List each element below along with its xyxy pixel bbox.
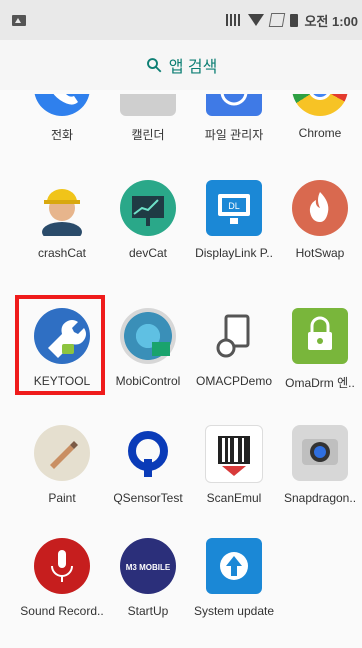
app-label: OMACPDemo [195,374,272,388]
app-label: crashCat [37,246,87,260]
app-label: Chrome [298,126,342,140]
no-sim-icon [269,13,286,27]
app-label: Paint [48,491,76,505]
app-label: Snapdragon.. [283,491,357,505]
camera-icon [292,425,348,481]
status-icons: 오전 1:00 [226,11,358,29]
microphone-icon [34,538,90,594]
status-time: 오전 1:00 [304,13,358,29]
app-label: 파일 관리자 [204,128,264,142]
system-update-icon [206,538,262,594]
m3-mobile-logo-icon: M3 MOBILE [120,538,176,594]
displaylink-icon: DL [206,180,262,236]
app-label: 캘린더 [131,128,165,142]
search-label: 앱 검색 [168,59,218,76]
svg-text:M3 MOBILE: M3 MOBILE [126,563,171,572]
app-label: MobiControl [115,374,181,388]
app-label: Sound Record.. [20,604,104,618]
status-bar: 오전 1:00 [0,0,362,40]
app-label: System update [193,604,275,618]
app-label: QSensorTest [113,491,183,505]
chart-board-icon [120,180,176,236]
gear-tag-icon [206,308,262,364]
app-label: DisplayLink P.. [195,246,273,260]
app-label: OmaDrm 엔.. [285,376,355,390]
radar-globe-icon [120,308,176,364]
app-label: HotSwap [295,246,345,260]
flame-icon [292,180,348,236]
svg-text:DL: DL [228,201,240,211]
search-icon [146,58,162,73]
app-label: 전화 [50,128,74,142]
battery-icon [290,13,299,27]
signal-bars-icon [226,14,243,26]
app-label: ScanEmul [206,491,262,505]
app-label: devCat [128,246,168,260]
app-label: StartUp [127,604,169,618]
worker-avatar-icon [34,180,90,242]
paintbrush-icon [34,425,90,481]
lock-icon [292,308,348,364]
app-drawer-screen: 전화 캘린더 파일 관리자 Chrome crashCat devCat DL … [0,0,362,648]
q-logo-icon [120,425,176,481]
barcode-scanner-icon [205,425,263,483]
gallery-notification-icon [12,15,26,26]
app-search-bar[interactable]: 앱 검색 [0,40,362,90]
wifi-icon [248,14,265,26]
highlight-box [15,295,105,395]
